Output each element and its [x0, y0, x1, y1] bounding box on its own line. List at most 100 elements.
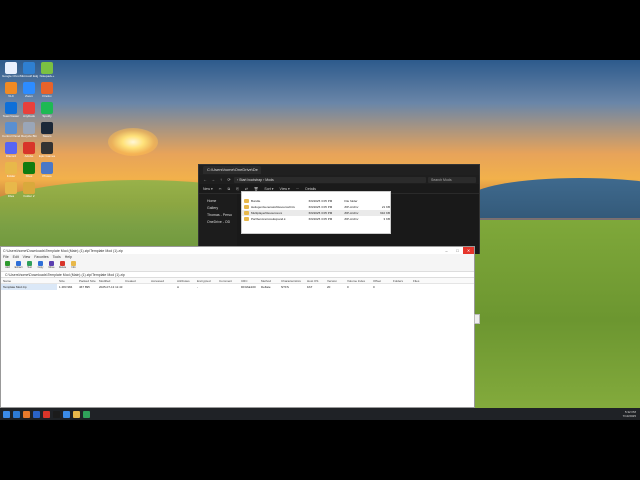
file-explorer-window[interactable]: C:\Users\home\OneDrive\De ← → ↑ ⟳ › Star… [198, 164, 480, 254]
toolbar-button[interactable]: Sort ▾ [264, 187, 273, 191]
sidebar-item[interactable]: OneDrive - OD [199, 219, 237, 226]
breadcrumb[interactable]: › Start bootstrap › Mods [234, 176, 426, 183]
desktop-icon[interactable]: Adobe [20, 142, 38, 158]
column-header[interactable]: Modified [97, 278, 123, 283]
desktop-icon[interactable]: Control Panel [2, 122, 20, 138]
taskbar-app-icon[interactable] [43, 410, 50, 418]
column-header[interactable]: Comment [217, 278, 239, 283]
desktop-icons: Google ChromeMicrosoft EdgeNotepad++ VLC Z… [0, 60, 60, 250]
list-item[interactable]: PartServiceCoreExpand.k 6/9/2025 3:05 PM Z… [242, 216, 390, 222]
toolbar-button[interactable]: ⇄ [245, 187, 248, 191]
desktop-icon[interactable]: AnyDesk [20, 102, 38, 118]
desktop-icon-label: Firefox [42, 95, 52, 98]
desktop-icon[interactable]: Discord [2, 142, 20, 158]
toolbar-button[interactable]: Extract [14, 260, 23, 271]
explorer-address-bar: ← → ↑ ⟳ › Start bootstrap › Mods Search … [199, 175, 479, 184]
desktop-icon[interactable]: VLC [2, 82, 20, 98]
column-header[interactable]: Created [123, 278, 149, 283]
taskbar-app-icon[interactable] [83, 410, 90, 418]
maximize-button[interactable]: □ [452, 247, 463, 254]
desktop-icon[interactable]: Spotify [38, 102, 56, 118]
column-header[interactable]: Name [1, 278, 57, 283]
taskbar-app-icon[interactable] [73, 410, 80, 418]
column-header[interactable]: CRC [239, 278, 259, 283]
desktop-icon[interactable]: Zoom [20, 82, 38, 98]
sidebar-item[interactable]: Gallery [199, 205, 237, 212]
table-row[interactable]: Template Mod.zip 1 483 984 467 895 2025-07-… [1, 284, 474, 290]
column-header[interactable]: Accessed [149, 278, 175, 283]
desktop-icon-label: Folder 2 [23, 195, 35, 198]
explorer-titlebar[interactable]: C:\Users\home\OneDrive\De [199, 165, 479, 175]
app-icon [23, 182, 35, 194]
desktop-icon[interactable]: Recycle Bin [20, 122, 38, 138]
taskbar-app-icon[interactable] [33, 410, 40, 418]
back-icon[interactable]: ← [202, 177, 208, 182]
desktop-icon[interactable]: Steam [38, 122, 56, 138]
taskbar-app-icon[interactable] [53, 410, 60, 418]
app-icon [23, 142, 35, 154]
desktop-icon[interactable]: Notepad++ [38, 62, 56, 78]
desktop-icon[interactable]: Folder 2 [20, 182, 38, 198]
sidebar-item[interactable]: Thomas - Perso [199, 212, 237, 219]
toolbar-button[interactable]: View ▾ [280, 187, 290, 191]
desktop-icon[interactable]: Files [2, 182, 20, 198]
column-header[interactable]: Method [259, 278, 279, 283]
toolbar-button[interactable]: Info [69, 260, 78, 271]
taskbar-app-icon[interactable] [13, 410, 20, 418]
forward-icon[interactable]: → [210, 177, 216, 182]
start-icon[interactable] [3, 410, 10, 418]
system-clock[interactable]: 5:32 PM 7/13/2025 [623, 410, 636, 418]
toolbar-button[interactable]: Add [3, 260, 12, 271]
close-button[interactable]: ✕ [463, 247, 474, 254]
column-header[interactable]: Volume Index [345, 278, 371, 283]
toolbar-button[interactable]: ⎘ [236, 187, 239, 191]
desktop: Google ChromeMicrosoft EdgeNotepad++ VLC Z… [0, 60, 640, 420]
desktop-icon[interactable]: TeamViewer [2, 102, 20, 118]
column-header[interactable]: Folders [391, 278, 411, 283]
archive-titlebar[interactable]: C:\Users\home\Downloads\Template Mod (Ma… [1, 247, 474, 254]
toolbar-button[interactable]: Delete [58, 260, 67, 271]
explorer-file-list: Bundle 6/9/2025 3:05 PM File folder Helioge… [237, 191, 479, 254]
desktop-icon[interactable]: Firefox [38, 82, 56, 98]
toolbar-button[interactable]: ⧉ [228, 187, 231, 191]
column-header[interactable]: Size [57, 278, 77, 283]
toolbar-button[interactable]: Details [305, 187, 316, 191]
taskbar: 5:32 PM 7/13/2025 [0, 408, 640, 420]
toolbar-button[interactable]: ✂ [219, 187, 222, 191]
desktop-icon[interactable]: Folder [2, 162, 20, 178]
column-header[interactable]: Host OS [305, 278, 325, 283]
column-header[interactable]: Encrypted [195, 278, 217, 283]
toolbar-button[interactable]: Test [25, 260, 34, 271]
search-input[interactable]: Search Mods [428, 176, 476, 183]
archive-manager-window[interactable]: C:\Users\home\Downloads\Template Mod (Ma… [0, 246, 475, 408]
desktop-icon[interactable]: Photos [38, 162, 56, 178]
sidebar-item[interactable]: Home [199, 198, 237, 205]
app-icon [41, 62, 53, 74]
minimize-button[interactable]: – [441, 247, 452, 254]
toolbar-button[interactable]: New ▾ [203, 187, 213, 191]
column-header[interactable]: Characteristics [279, 278, 305, 283]
column-header[interactable]: Offset [371, 278, 391, 283]
tool-label: Add [5, 266, 10, 269]
archive-toolbar: Add Extract Test Copy Move Delete Info [1, 260, 474, 272]
table-cell: 0 [347, 285, 349, 289]
up-icon[interactable]: ↑ [218, 177, 224, 182]
column-header[interactable]: Packed Size [77, 278, 97, 283]
column-header[interactable]: Attributes [175, 278, 195, 283]
toolbar-button[interactable]: 🗑 [254, 187, 258, 191]
taskbar-app-icon[interactable] [23, 410, 30, 418]
desktop-icon[interactable]: Google Chrome [2, 62, 20, 78]
explorer-tab[interactable]: C:\Users\home\OneDrive\De [203, 166, 261, 174]
toolbar-button[interactable]: ··· [296, 187, 300, 191]
desktop-icon-label: Files [7, 195, 15, 198]
toolbar-button[interactable]: Copy [36, 260, 45, 271]
desktop-icon[interactable]: Xbox [20, 162, 38, 178]
column-header[interactable]: Version [325, 278, 345, 283]
desktop-icon[interactable]: Epic Games [38, 142, 56, 158]
column-header[interactable]: Files [411, 278, 431, 283]
taskbar-app-icon[interactable] [63, 410, 70, 418]
desktop-icon[interactable]: Microsoft Edge [20, 62, 38, 78]
refresh-icon[interactable]: ⟳ [226, 177, 232, 182]
resize-handle[interactable] [474, 314, 480, 324]
toolbar-button[interactable]: Move [47, 260, 56, 271]
